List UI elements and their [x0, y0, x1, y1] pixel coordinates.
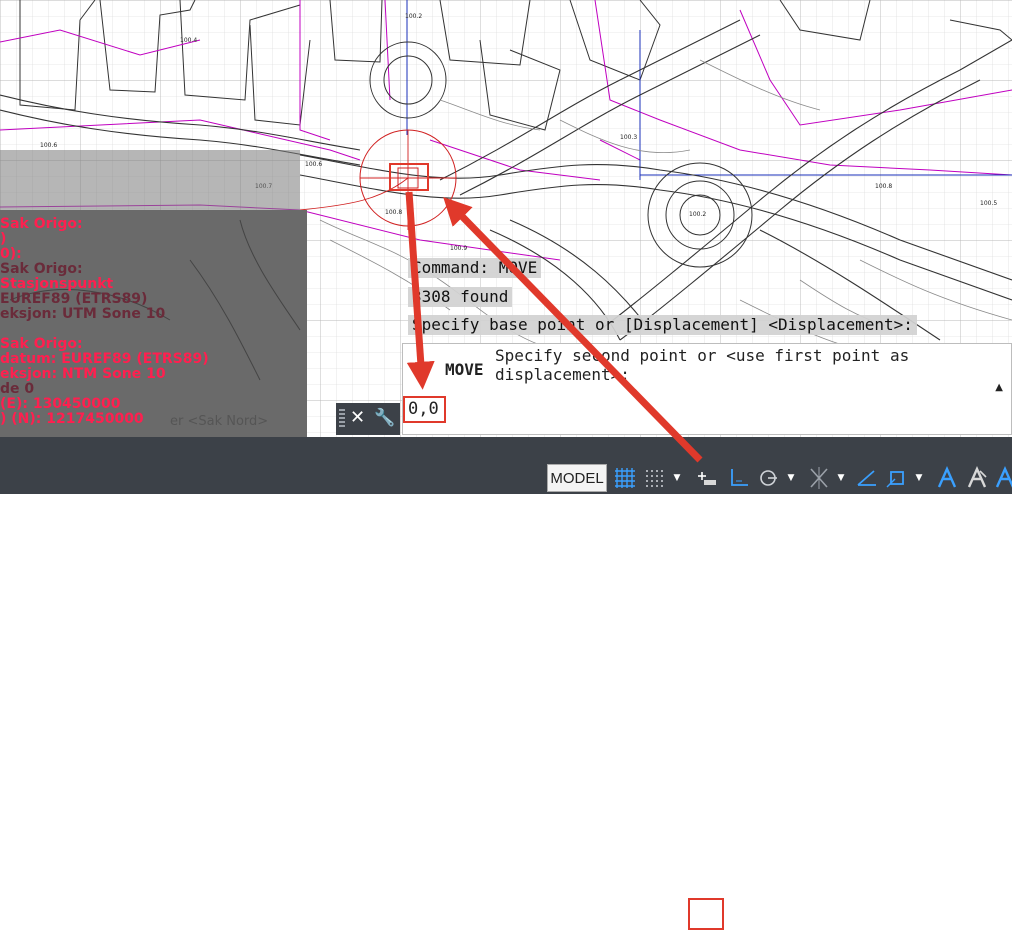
command-input[interactable]	[405, 398, 1011, 420]
svg-text:100.6: 100.6	[305, 161, 322, 168]
drag-handle[interactable]	[339, 409, 345, 429]
ortho-icon[interactable]	[726, 465, 752, 491]
svg-text:100.9: 100.9	[450, 245, 467, 252]
chevron-down-icon[interactable]: ▼	[672, 470, 682, 486]
annotation-line: de 0	[0, 381, 35, 397]
object-snap-icon[interactable]	[884, 465, 910, 491]
chevron-up-icon[interactable]: ▲	[995, 382, 1003, 393]
command-prompt: Specify second point or <use first point…	[495, 346, 910, 384]
annotation-line: Sak Origo:	[0, 261, 83, 277]
object-snap-tracking-icon[interactable]	[854, 465, 880, 491]
isodraft-icon[interactable]	[806, 465, 832, 491]
annotation-line: EUREF89 (ETRS89)	[0, 291, 148, 307]
command-line-toolbar: ✕ 🔧	[336, 403, 400, 435]
annotation-line: )	[0, 231, 7, 247]
close-icon[interactable]: ✕	[350, 407, 365, 429]
chevron-down-icon[interactable]: ▼	[786, 470, 796, 486]
annotation-line: (E): 130450000	[0, 396, 121, 412]
wrench-icon[interactable]: 🔧	[374, 407, 395, 429]
svg-text:100.6: 100.6	[40, 142, 57, 149]
model-space-button[interactable]: MODEL	[547, 464, 607, 492]
annotation-line: Sak Origo:	[0, 216, 83, 232]
svg-text:100.2: 100.2	[405, 13, 422, 20]
highlight-box-dynamic-input	[688, 898, 724, 930]
chevron-down-icon[interactable]: ▼	[836, 470, 846, 486]
svg-text:100.4: 100.4	[180, 37, 197, 44]
grid-icon[interactable]	[612, 465, 638, 491]
history-line: Command: MOVE	[408, 258, 542, 278]
svg-text:100.8: 100.8	[875, 183, 892, 190]
annotation-visibility-icon[interactable]	[934, 465, 960, 491]
annotation-line: eksjon: UTM Sone 10	[0, 306, 166, 322]
polar-tracking-icon[interactable]	[755, 465, 781, 491]
annotation-line: 0):	[0, 246, 22, 262]
annotation-line: ) (N): 1217450000	[0, 411, 144, 427]
sidebar-note: er <Sak Nord>	[170, 414, 269, 429]
history-line: 3308 found	[408, 287, 513, 307]
annotation-line: Stasjonspunkt	[0, 276, 114, 292]
annotation-line: Sak Origo:	[0, 336, 83, 352]
command-name: MOVE	[445, 360, 484, 379]
svg-text:100.2: 100.2	[689, 211, 706, 218]
status-bar: MODEL ▼ ▼ ▼ ▼	[0, 437, 1012, 930]
chevron-down-icon[interactable]: ▼	[914, 470, 924, 486]
drawing-annotation-text: Sak Origo:) 0): Sak Origo: Stasjonspunkt EUR…	[0, 216, 305, 434]
auto-scale-icon[interactable]	[964, 465, 990, 491]
svg-text:100.3: 100.3	[620, 134, 637, 141]
annotation-line: eksjon: NTM Sone 10	[0, 366, 166, 382]
svg-text:100.5: 100.5	[980, 200, 997, 207]
annotation-scale-icon[interactable]	[992, 465, 1012, 491]
snap-mode-icon[interactable]	[642, 465, 668, 491]
dynamic-input-icon[interactable]	[694, 465, 720, 491]
annotation-line: datum: EUREF89 (ETRS89)	[0, 351, 209, 367]
history-line: Specify base point or [Displacement] <Di…	[408, 315, 917, 335]
command-line: MOVE Specify second point or <use first …	[402, 343, 1012, 435]
svg-text:100.8: 100.8	[385, 209, 402, 216]
